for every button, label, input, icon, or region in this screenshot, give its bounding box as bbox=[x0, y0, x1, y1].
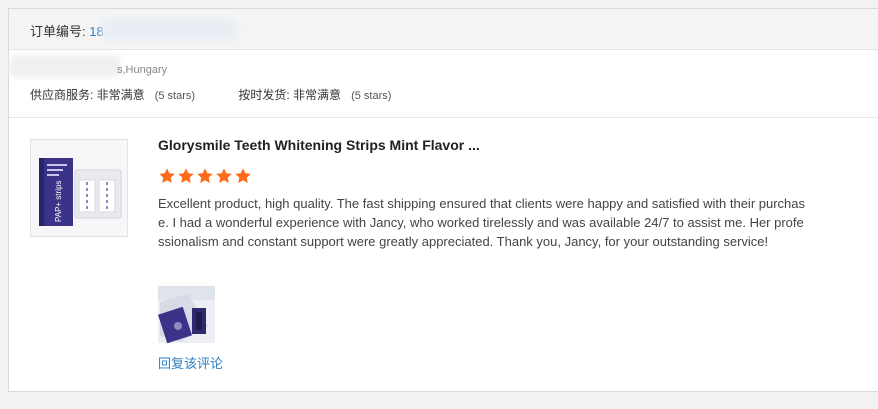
rating-stars-note: (5 stars) bbox=[351, 90, 392, 102]
product-box-image: PAP+ strips bbox=[31, 140, 127, 236]
review-card: 订单编号: 18 s,Hungary 供应商服务: 非常满意 (5 stars) … bbox=[8, 8, 878, 392]
star-icon bbox=[197, 168, 213, 183]
supplier-service-rating: 供应商服务: 非常满意 (5 stars) bbox=[30, 86, 195, 103]
rating-stars-note: (5 stars) bbox=[154, 90, 196, 102]
rating-label: 供应商服务: bbox=[30, 88, 97, 102]
review-photo-thumbnail[interactable] bbox=[158, 286, 215, 344]
rating-label: 按时发货: bbox=[238, 88, 294, 102]
review-photo-image bbox=[158, 286, 215, 344]
product-title-link[interactable]: Glorysmile Teeth Whitening Strips Mint F… bbox=[158, 137, 480, 153]
section-divider bbox=[9, 117, 878, 118]
order-header: 订单编号: 18 bbox=[9, 9, 878, 50]
rating-value: 非常满意 bbox=[96, 88, 145, 102]
star-icon bbox=[235, 168, 251, 183]
review-text: Excellent product, high quality. The fas… bbox=[158, 196, 806, 249]
order-number-redaction bbox=[101, 18, 237, 40]
buyer-location: s,Hungary bbox=[117, 64, 168, 76]
reply-to-review-link[interactable]: 回复该评论 bbox=[158, 353, 223, 372]
rating-value: 非常满意 bbox=[293, 88, 342, 102]
review-star-rating bbox=[158, 167, 253, 187]
order-number-row: 订单编号: 18 bbox=[30, 21, 104, 40]
star-icon bbox=[159, 168, 175, 183]
seller-ratings: 供应商服务: 非常满意 (5 stars) 按时发货: 非常满意 (5 stars) bbox=[30, 86, 391, 103]
product-thumbnail[interactable]: PAP+ strips bbox=[30, 139, 128, 237]
order-number-label: 订单编号: bbox=[30, 24, 90, 39]
star-icon bbox=[178, 168, 194, 183]
product-box-label: PAP+ strips bbox=[54, 181, 63, 222]
buyer-name-redaction bbox=[9, 55, 121, 77]
star-icon bbox=[216, 168, 232, 183]
on-time-delivery-rating: 按时发货: 非常满意 (5 stars) bbox=[238, 86, 391, 103]
